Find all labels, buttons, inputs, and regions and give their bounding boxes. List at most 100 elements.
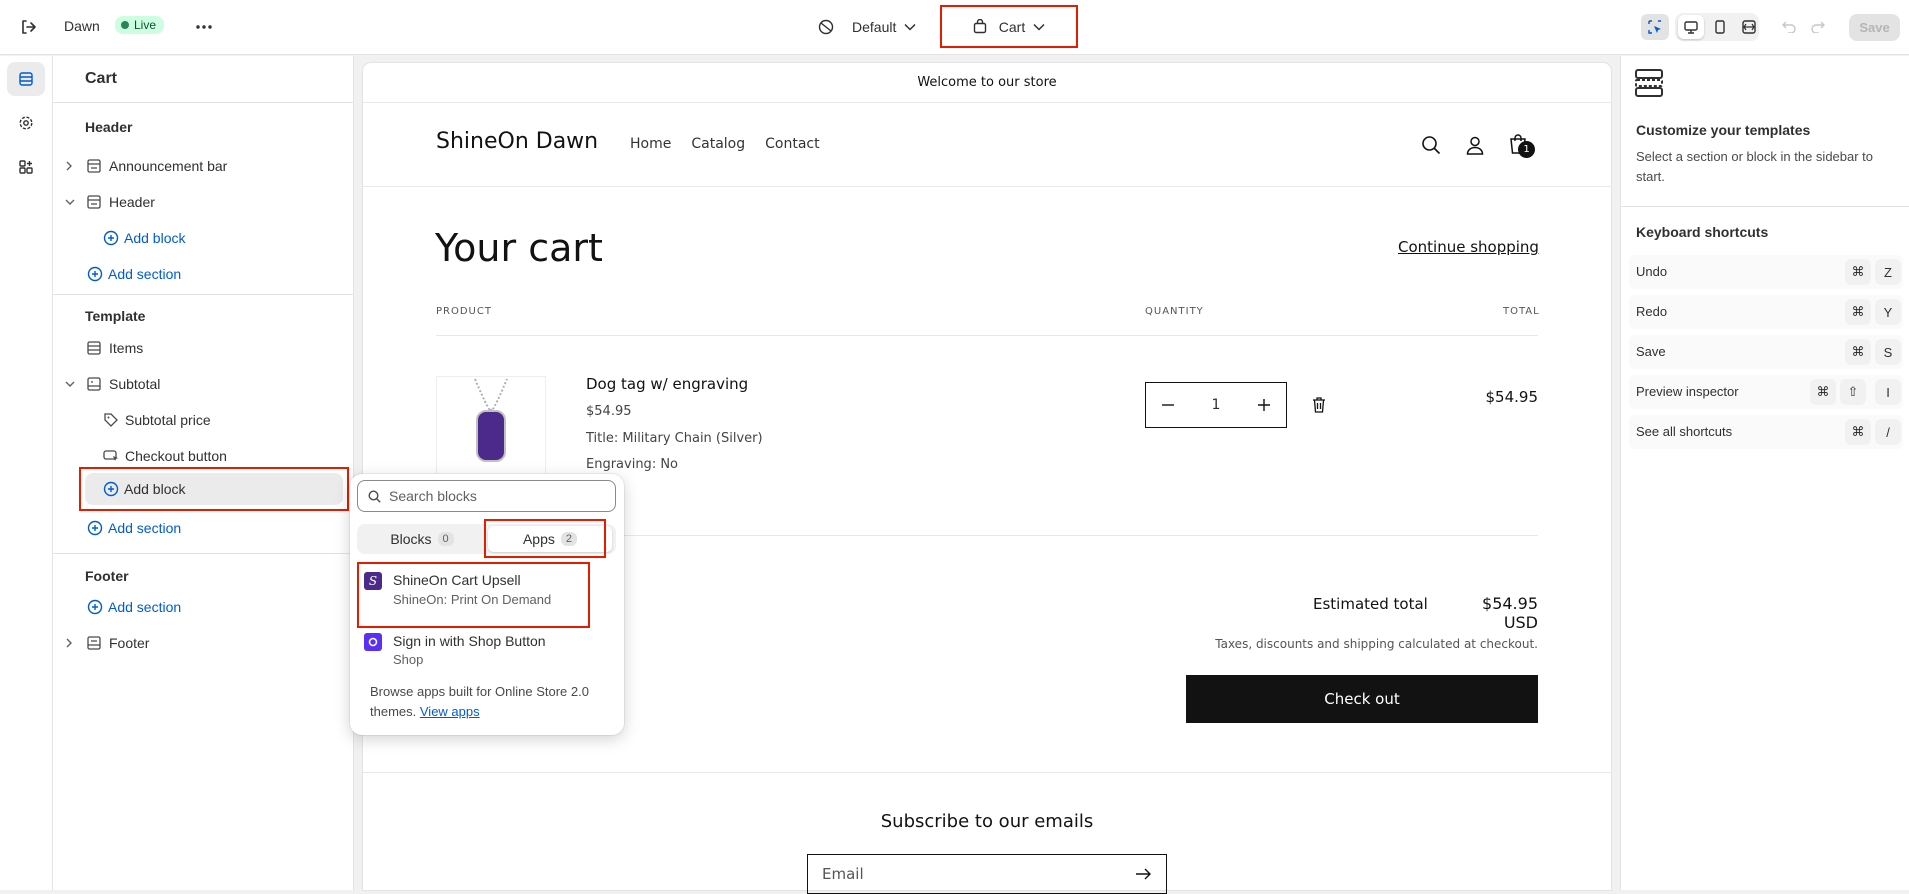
chevron-down-icon bbox=[65, 198, 81, 206]
desktop-icon[interactable] bbox=[1678, 15, 1704, 39]
sidebar-item-announcement-bar[interactable]: Announcement bar bbox=[61, 150, 347, 182]
store-name: Dawn bbox=[64, 18, 100, 34]
template-add-section-button[interactable]: Add section bbox=[87, 512, 327, 544]
product-price: $54.95 bbox=[586, 404, 632, 419]
nav-home[interactable]: Home bbox=[630, 136, 671, 152]
inspector-body: Select a section or block in the sidebar… bbox=[1636, 149, 1874, 184]
header-add-section-button[interactable]: Add section bbox=[87, 258, 327, 290]
shortcuts-title: Keyboard shortcuts bbox=[1636, 224, 1769, 240]
button-icon bbox=[103, 449, 119, 463]
plus-icon[interactable] bbox=[1257, 399, 1270, 411]
full-width-icon[interactable] bbox=[1737, 15, 1761, 39]
live-dot-icon bbox=[121, 21, 129, 29]
product-name[interactable]: Dog tag w/ engraving bbox=[586, 375, 748, 393]
divider bbox=[363, 772, 1611, 773]
shortcut-key: ⌘ bbox=[1845, 299, 1871, 325]
sidebar-item-header[interactable]: Header bbox=[61, 186, 347, 218]
app-block-shop-sign-in[interactable]: Sign in with Shop Button Shop bbox=[357, 628, 587, 676]
sidebar-item-items[interactable]: Items bbox=[87, 332, 347, 364]
save-button[interactable]: Save bbox=[1849, 14, 1900, 41]
search-icon bbox=[368, 489, 381, 503]
page-selector[interactable]: Cart bbox=[940, 5, 1078, 48]
sidebar-item-footer[interactable]: Footer bbox=[61, 627, 347, 659]
add-section-label: Add section bbox=[108, 266, 182, 282]
divider bbox=[1621, 206, 1909, 207]
section-icon bbox=[87, 159, 101, 173]
quantity-stepper: 1 bbox=[1145, 382, 1287, 428]
store-logo[interactable]: ShineOn Dawn bbox=[436, 129, 598, 154]
footer-group-title: Footer bbox=[85, 568, 129, 584]
app-block-name: Sign in with Shop Button bbox=[393, 633, 546, 649]
shortcut-label: Save bbox=[1636, 344, 1666, 359]
undo-icon[interactable] bbox=[1777, 15, 1801, 39]
sidebar-item-subtotal-price[interactable]: Subtotal price bbox=[103, 404, 343, 436]
browse-apps-note: Browse apps built for Online Store 2.0 t… bbox=[370, 682, 610, 722]
shortcut-label: Undo bbox=[1636, 264, 1668, 279]
sidebar-item-subtotal[interactable]: Subtotal bbox=[61, 368, 347, 400]
more-actions-icon[interactable] bbox=[192, 15, 216, 39]
shineon-highlight bbox=[357, 562, 590, 628]
template-icon bbox=[1634, 68, 1664, 98]
sidebar-item-label: Subtotal price bbox=[125, 412, 211, 428]
add-block-label: Add block bbox=[124, 230, 186, 246]
image-section-icon bbox=[87, 377, 101, 391]
minus-icon[interactable] bbox=[1162, 404, 1174, 406]
account-icon[interactable] bbox=[1461, 131, 1489, 159]
add-block-popover: Search blocks Blocks 0 Apps 2 S ShineOn … bbox=[350, 474, 624, 735]
search-icon[interactable] bbox=[1417, 131, 1445, 159]
product-image[interactable] bbox=[436, 376, 546, 480]
template-add-block-button[interactable]: Add block bbox=[85, 473, 343, 505]
add-block-label: Add block bbox=[124, 481, 186, 497]
theme-selector[interactable]: Default bbox=[818, 15, 916, 39]
search-blocks-input[interactable]: Search blocks bbox=[357, 480, 616, 512]
trash-icon[interactable] bbox=[1310, 396, 1328, 414]
inspector-title: Customize your templates bbox=[1636, 122, 1811, 138]
header-add-block-button[interactable]: Add block bbox=[103, 222, 343, 254]
view-apps-link[interactable]: View apps bbox=[420, 704, 480, 719]
divider bbox=[53, 553, 354, 554]
live-label: Live bbox=[134, 18, 157, 32]
col-product: PRODUCT bbox=[436, 306, 492, 317]
plus-circle-icon bbox=[87, 599, 103, 615]
tab-blocks[interactable]: Blocks 0 bbox=[360, 526, 484, 552]
line-total: $54.95 bbox=[1485, 388, 1539, 406]
checkout-button[interactable]: Check out bbox=[1186, 675, 1538, 723]
apps-icon[interactable] bbox=[7, 150, 45, 184]
divider bbox=[53, 294, 354, 295]
shortcut-row-redo: Redo ⌘ Y bbox=[1629, 295, 1903, 329]
estimated-total-label: Estimated total bbox=[1313, 595, 1428, 613]
shortcut-row-undo: Undo ⌘ Z bbox=[1629, 255, 1903, 289]
tab-blocks-count: 0 bbox=[437, 532, 454, 546]
sidebar-item-label: Checkout button bbox=[125, 448, 227, 464]
sidebar-item-label: Footer bbox=[109, 635, 150, 651]
shortcut-key: Z bbox=[1875, 259, 1901, 285]
footer-add-section-button[interactable]: Add section bbox=[87, 591, 327, 623]
top-bar: Dawn Live Default Cart Save bbox=[0, 0, 1909, 55]
quantity-value[interactable]: 1 bbox=[1212, 397, 1221, 413]
shortcut-key: ⌘ bbox=[1845, 259, 1871, 285]
shortcut-row-see-all[interactable]: See all shortcuts ⌘ / bbox=[1629, 415, 1903, 449]
gear-icon[interactable] bbox=[7, 106, 45, 140]
redo-icon[interactable] bbox=[1806, 15, 1830, 39]
sidebar-item-label: Announcement bar bbox=[109, 158, 228, 174]
exit-icon[interactable] bbox=[17, 16, 39, 38]
add-section-label: Add section bbox=[108, 520, 182, 536]
shortcut-label: Preview inspector bbox=[1636, 384, 1739, 399]
product-option-engraving: Engraving: No bbox=[586, 457, 679, 472]
nav-contact[interactable]: Contact bbox=[765, 136, 819, 152]
search-placeholder: Search blocks bbox=[389, 488, 477, 504]
col-quantity: QUANTITY bbox=[1145, 306, 1204, 317]
template-group-title: Template bbox=[85, 308, 146, 324]
sections-icon[interactable] bbox=[7, 62, 45, 96]
inspector-toggle-icon[interactable] bbox=[1641, 14, 1669, 40]
mobile-icon[interactable] bbox=[1708, 15, 1732, 39]
theme-label: Default bbox=[852, 19, 897, 35]
announcement-bar: Welcome to our store bbox=[363, 63, 1611, 103]
email-field[interactable]: Email bbox=[807, 854, 1167, 894]
sidebar-item-label: Items bbox=[109, 340, 144, 356]
plus-circle-icon bbox=[87, 266, 103, 282]
nav-catalog[interactable]: Catalog bbox=[691, 136, 745, 152]
continue-shopping-link[interactable]: Continue shopping bbox=[1398, 238, 1539, 256]
section-sidebar: Cart Header Announcement bar Header Add … bbox=[53, 56, 354, 890]
arrow-right-icon[interactable] bbox=[1136, 868, 1152, 880]
